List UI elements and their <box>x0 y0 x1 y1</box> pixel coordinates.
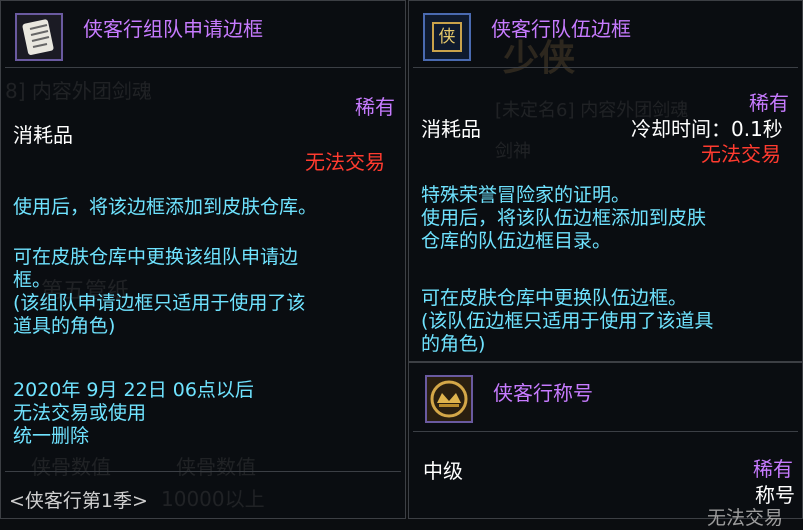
item-type: 消耗品 <box>13 123 73 147</box>
divider <box>413 67 798 68</box>
item-description: 仓库的队伍边框目录。 <box>421 230 612 252</box>
tooltip-party-request-frame: 8] 内容外团剑魂 第五管纸 侠骨数值 侠骨数值 10000以上 侠客行组队申请… <box>0 0 406 519</box>
item-title: 侠客行队伍边框 <box>491 17 631 41</box>
item-title: 侠客行组队申请边框 <box>83 17 263 41</box>
item-description: (该队伍边框只适用于使用了该道具 <box>421 310 714 332</box>
divider <box>5 67 401 68</box>
crown-icon <box>425 375 473 423</box>
item-description: 可在皮肤仓库中更换队伍边框。 <box>421 287 688 309</box>
item-title: 侠客行称号 <box>493 381 593 405</box>
divider <box>413 431 798 432</box>
expiry-note: 2020年 9月 22日 06点以后 <box>13 379 254 401</box>
trade-status: 无法交易 <box>305 150 385 174</box>
background-text: 剑神 <box>495 141 531 162</box>
item-description: 框。 <box>13 269 52 291</box>
tooltip-title: 侠客行称号 中级 稀有 称号 无法交易 <box>408 362 803 529</box>
trade-status: 无法交易 <box>701 142 781 166</box>
item-type: 消耗品 <box>421 117 481 141</box>
item-description: 道具的角色) <box>13 315 116 337</box>
scroll-icon <box>15 13 63 61</box>
expiry-note: 无法交易或使用 <box>13 402 147 424</box>
tooltip-party-frame: 少侠 [未定名6] 内容外团剑魂 剑神 侠 侠客行队伍边框 稀有 消耗品 冷却时… <box>408 0 803 362</box>
background-text: 8] 内容外团剑魂 <box>5 79 152 103</box>
party-frame-icon: 侠 <box>423 13 471 61</box>
rarity-label: 稀有 <box>355 95 395 119</box>
divider <box>5 471 401 472</box>
rarity-label: 稀有 <box>753 457 793 481</box>
background-text: 侠骨数值 <box>176 455 256 479</box>
title-grade: 中级 <box>423 459 463 483</box>
expiry-note: 统一删除 <box>13 425 90 447</box>
season-label: <侠客行第1季> <box>9 490 148 512</box>
background-text: 侠骨数值 <box>31 455 111 479</box>
item-description: 特殊荣誉冒险家的证明。 <box>421 184 631 206</box>
item-description: (该组队申请边框只适用于使用了该 <box>13 292 306 314</box>
item-description: 使用后，将该队伍边框添加到皮肤 <box>421 207 707 229</box>
frame-glyph: 侠 <box>432 22 462 52</box>
rarity-label: 稀有 <box>749 91 789 115</box>
item-description: 使用后，将该边框添加到皮肤仓库。 <box>13 196 318 218</box>
item-description: 的角色) <box>421 333 486 355</box>
background-text: 10000以上 <box>161 487 265 511</box>
item-description: 可在皮肤仓库中更换该组队申请边 <box>13 246 299 268</box>
trade-status: 无法交易 <box>707 507 784 529</box>
